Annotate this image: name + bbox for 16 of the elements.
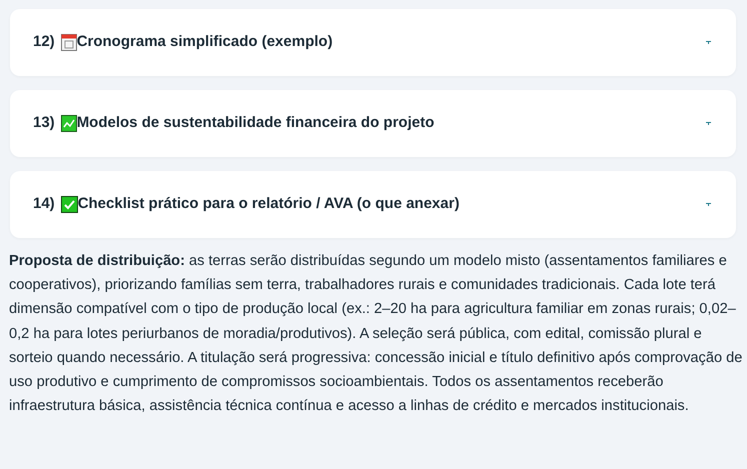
check-icon — [60, 196, 78, 213]
caret-icon — [706, 203, 711, 206]
chart-icon — [60, 115, 77, 132]
section-number: 13) — [33, 113, 55, 134]
accordion-header[interactable]: 12) Cronograma simplificado (exemplo) — [10, 9, 736, 76]
calendar-icon — [60, 34, 77, 51]
caret-icon — [706, 41, 711, 44]
section-title: Cronograma simplificado (exemplo) — [76, 32, 334, 52]
section-number: 12) — [33, 32, 55, 52]
section-number: 14) — [33, 194, 55, 214]
section-title: Checklist prático para o relatório / AVA (o que anexar) — [78, 194, 460, 214]
section-title: Modelos de sustentabilidade financeira do projeto — [76, 113, 436, 134]
accordion-header[interactable]: 13) Modelos de sustentabilidade financeira do projeto — [10, 90, 736, 157]
accordion-header[interactable]: 14) Checklist prático para o relatório / AVA (o que anexar) — [10, 171, 736, 238]
caret-icon — [706, 122, 711, 125]
paragraph: Proposta de distribuição: as terras serão distribuídas segundo um modelo misto (assentamentos familiares e cooperativos), priorizando famílias sem terra, trabalhadores rurais e comunidades tradicionais. Cada lote terá dimensão compatível com o tipo de produção local (ex.: 2–20 ha para agricultura familiar em zonas rurais; 0,02–0,2 ha para lotes periurbanos de moradia/produtivos). A seleção será pública, com edital, comissão plural e sorteio quando necessário. A titulação será progressiva: concessão inicial e título definitivo após comprovação de uso produtivo e cumprimento de compromissos socioambientais. Todos os assentamentos receberão infraestrutura básica, assistência técnica contínua e acesso a linhas de crédito e mercados institucionais. — [9, 252, 744, 416]
